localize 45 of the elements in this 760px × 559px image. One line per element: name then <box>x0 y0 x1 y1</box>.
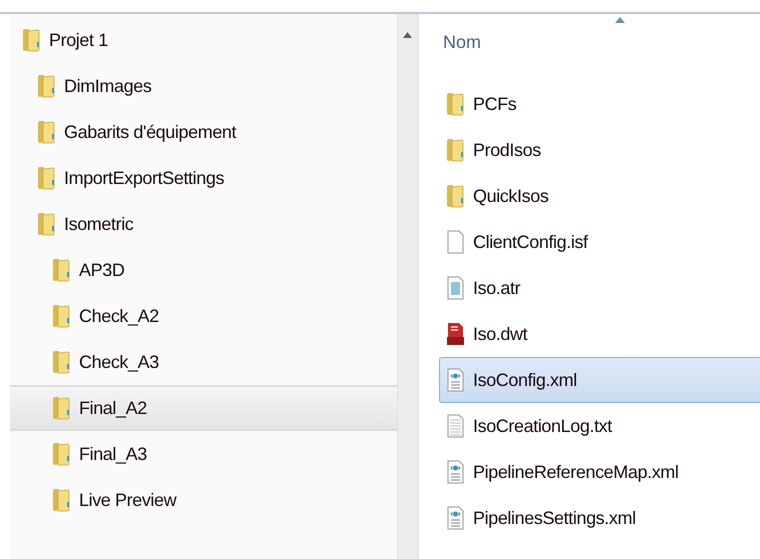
file-list-item[interactable]: PipelineReferenceMap.xml <box>439 449 760 495</box>
folder-tree-item[interactable]: AP3D <box>10 247 397 293</box>
file-list-item[interactable]: Iso.dwt <box>439 311 760 357</box>
folder-icon <box>52 258 70 282</box>
xml-file-icon <box>446 506 464 530</box>
text-file-icon <box>446 414 464 438</box>
file-list-item[interactable]: PipelinesSettings.xml <box>439 495 760 541</box>
folder-tree-item[interactable]: Projet 1 <box>10 17 397 63</box>
xml-file-icon <box>446 460 464 484</box>
folder-tree-item[interactable]: Check_A2 <box>10 293 397 339</box>
folder-icon <box>52 304 70 328</box>
document-icon <box>446 230 464 254</box>
file-list-item[interactable]: IsoConfig.xml <box>439 357 760 403</box>
folder-tree-item[interactable]: DimImages <box>10 63 397 109</box>
file-list-item[interactable]: QuickIsos <box>439 173 760 219</box>
folder-tree-item[interactable]: Live Preview <box>10 477 397 523</box>
drawing-template-icon <box>446 322 464 346</box>
folder-tree-item[interactable]: Check_A3 <box>10 339 397 385</box>
folder-icon <box>22 28 40 52</box>
folder-icon <box>37 166 55 190</box>
folder-icon <box>446 92 464 116</box>
folder-tree-item[interactable]: Isometric <box>10 201 397 247</box>
folder-icon <box>37 74 55 98</box>
sort-ascending-icon <box>615 17 625 23</box>
file-list-item[interactable]: IsoCreationLog.txt <box>439 403 760 449</box>
file-list-item[interactable]: PCFs <box>439 81 760 127</box>
folder-tree-item[interactable]: ImportExportSettings <box>10 155 397 201</box>
file-list-item[interactable]: ClientConfig.isf <box>439 219 760 265</box>
folder-icon <box>52 488 70 512</box>
folder-tree-item[interactable]: Final_A3 <box>10 431 397 477</box>
file-list-item[interactable]: Iso.atr <box>439 265 760 311</box>
folder-icon <box>37 120 55 144</box>
folder-tree-item[interactable]: Final_A2 <box>10 385 397 431</box>
folder-icon <box>446 184 464 208</box>
folder-icon <box>52 396 70 420</box>
file-list-item[interactable]: ProdIsos <box>439 127 760 173</box>
folder-icon <box>446 138 464 162</box>
scroll-up-arrow-icon[interactable] <box>403 32 412 38</box>
folder-icon <box>52 350 70 374</box>
folder-tree-item[interactable]: Gabarits d'équipement <box>10 109 397 155</box>
folder-icon <box>37 212 55 236</box>
document-icon <box>446 276 464 300</box>
folder-icon <box>52 442 70 466</box>
xml-file-icon <box>446 368 464 392</box>
name-column-header[interactable]: Nom <box>439 14 760 81</box>
